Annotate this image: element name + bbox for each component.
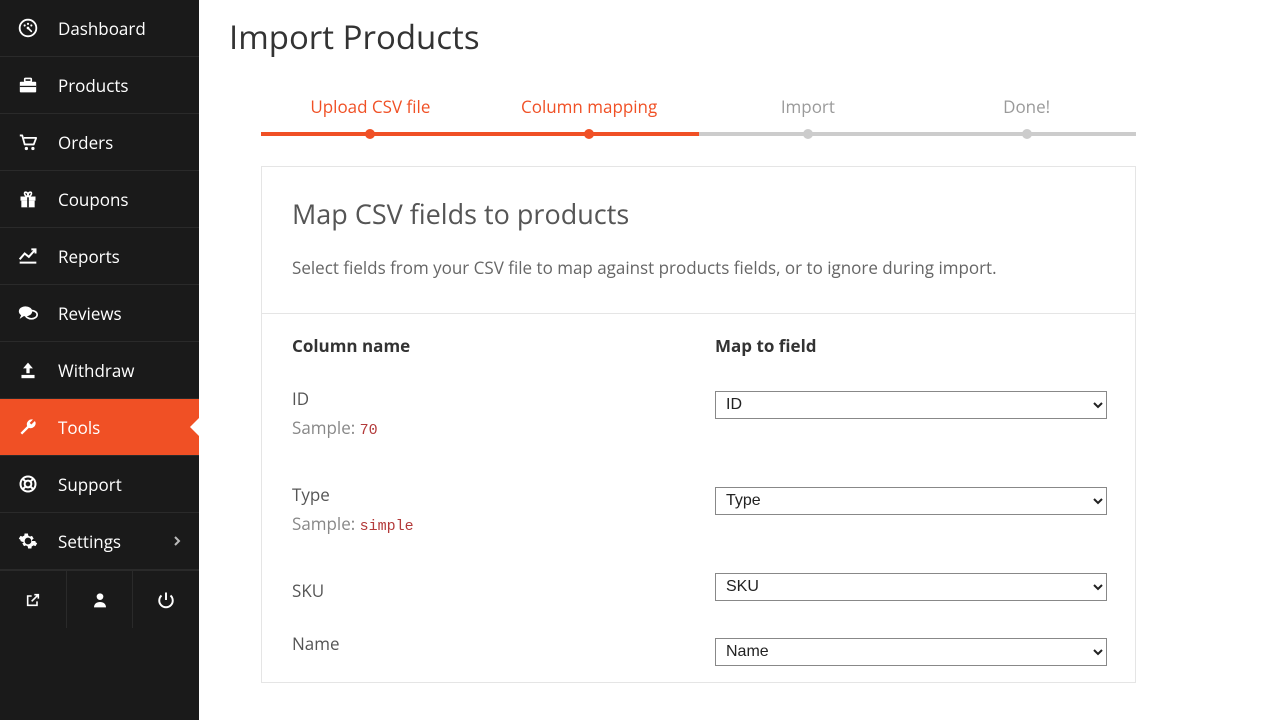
sidebar-item-label: Coupons	[58, 188, 129, 211]
column-name-header: Column name	[292, 334, 715, 357]
map-to-field-header: Map to field	[715, 334, 1105, 357]
step-dot	[1022, 129, 1032, 139]
main-content: Import Products Upload CSV file Column m…	[199, 0, 1280, 720]
mapping-row: SKU SKU	[292, 579, 1105, 602]
step-import[interactable]: Import	[699, 95, 918, 136]
lifering-icon	[18, 474, 44, 494]
sidebar-item-tools[interactable]: Tools	[0, 399, 199, 456]
card-heading: Map CSV fields to products	[292, 195, 1105, 232]
comments-icon	[18, 304, 44, 322]
column-sample: Sample: simple	[292, 512, 715, 535]
card-header: Map CSV fields to products Select fields…	[262, 167, 1135, 314]
sidebar-item-label: Products	[58, 74, 129, 97]
sidebar: Dashboard Products Orders Coupons Report…	[0, 0, 199, 720]
upload-icon	[18, 361, 44, 379]
chart-icon	[18, 247, 44, 265]
sidebar-item-dashboard[interactable]: Dashboard	[0, 0, 199, 57]
mapping-row: Name Name	[292, 632, 1105, 666]
sample-prefix: Sample:	[292, 416, 355, 439]
page-title: Import Products	[229, 14, 1250, 59]
step-done[interactable]: Done!	[917, 95, 1136, 136]
profile-button[interactable]	[66, 571, 133, 628]
sample-value: simple	[360, 518, 414, 535]
chevron-right-icon	[173, 535, 181, 547]
sidebar-item-label: Tools	[58, 416, 100, 439]
step-dot	[365, 129, 375, 139]
sample-value: 70	[360, 422, 378, 439]
map-field-select[interactable]: ID	[715, 391, 1107, 419]
gear-icon	[18, 531, 44, 551]
sidebar-item-label: Settings	[58, 530, 121, 553]
sidebar-item-support[interactable]: Support	[0, 456, 199, 513]
mapping-table: Column name Map to field ID Sample: 70 I…	[262, 314, 1135, 682]
sidebar-item-reports[interactable]: Reports	[0, 228, 199, 285]
cart-icon	[18, 133, 44, 151]
step-label: Column mapping	[521, 95, 657, 118]
sidebar-item-coupons[interactable]: Coupons	[0, 171, 199, 228]
map-field-select[interactable]: Name	[715, 638, 1107, 666]
external-link-icon	[25, 592, 41, 608]
column-label: Type	[292, 483, 715, 506]
step-column-mapping[interactable]: Column mapping	[480, 95, 699, 136]
column-label: ID	[292, 387, 715, 410]
logout-button[interactable]	[132, 571, 199, 628]
wrench-icon	[18, 417, 44, 437]
card-description: Select fields from your CSV file to map …	[292, 254, 1105, 283]
external-link-button[interactable]	[0, 571, 66, 628]
column-label: SKU	[292, 579, 715, 602]
step-dot	[803, 129, 813, 139]
sidebar-item-reviews[interactable]: Reviews	[0, 285, 199, 342]
map-field-select[interactable]: SKU	[715, 573, 1107, 601]
mapping-table-header: Column name Map to field	[292, 334, 1105, 357]
sidebar-item-label: Reviews	[58, 302, 122, 325]
sidebar-item-label: Orders	[58, 131, 113, 154]
sidebar-item-products[interactable]: Products	[0, 57, 199, 114]
power-icon	[157, 591, 175, 609]
briefcase-icon	[18, 76, 44, 94]
mapping-row: Type Sample: simple Type	[292, 483, 1105, 535]
sidebar-item-withdraw[interactable]: Withdraw	[0, 342, 199, 399]
sidebar-item-label: Support	[58, 473, 122, 496]
step-label: Upload CSV file	[310, 95, 430, 118]
dashboard-icon	[18, 18, 44, 38]
mapping-card: Map CSV fields to products Select fields…	[261, 166, 1136, 683]
user-icon	[92, 591, 108, 609]
sidebar-item-label: Dashboard	[58, 17, 146, 40]
gift-icon	[18, 189, 44, 209]
map-field-select[interactable]: Type	[715, 487, 1107, 515]
import-stepper: Upload CSV file Column mapping Import Do…	[261, 95, 1136, 136]
column-sample: Sample: 70	[292, 416, 715, 439]
sidebar-item-settings[interactable]: Settings	[0, 513, 199, 570]
sidebar-item-label: Withdraw	[58, 359, 134, 382]
step-upload-csv[interactable]: Upload CSV file	[261, 95, 480, 136]
step-dot	[584, 129, 594, 139]
sidebar-item-label: Reports	[58, 245, 120, 268]
step-label: Import	[781, 95, 835, 118]
sample-prefix: Sample:	[292, 512, 355, 535]
step-label: Done!	[1003, 95, 1050, 118]
sidebar-bottom-row	[0, 570, 199, 628]
column-label: Name	[292, 632, 715, 655]
sidebar-item-orders[interactable]: Orders	[0, 114, 199, 171]
mapping-row: ID Sample: 70 ID	[292, 387, 1105, 439]
